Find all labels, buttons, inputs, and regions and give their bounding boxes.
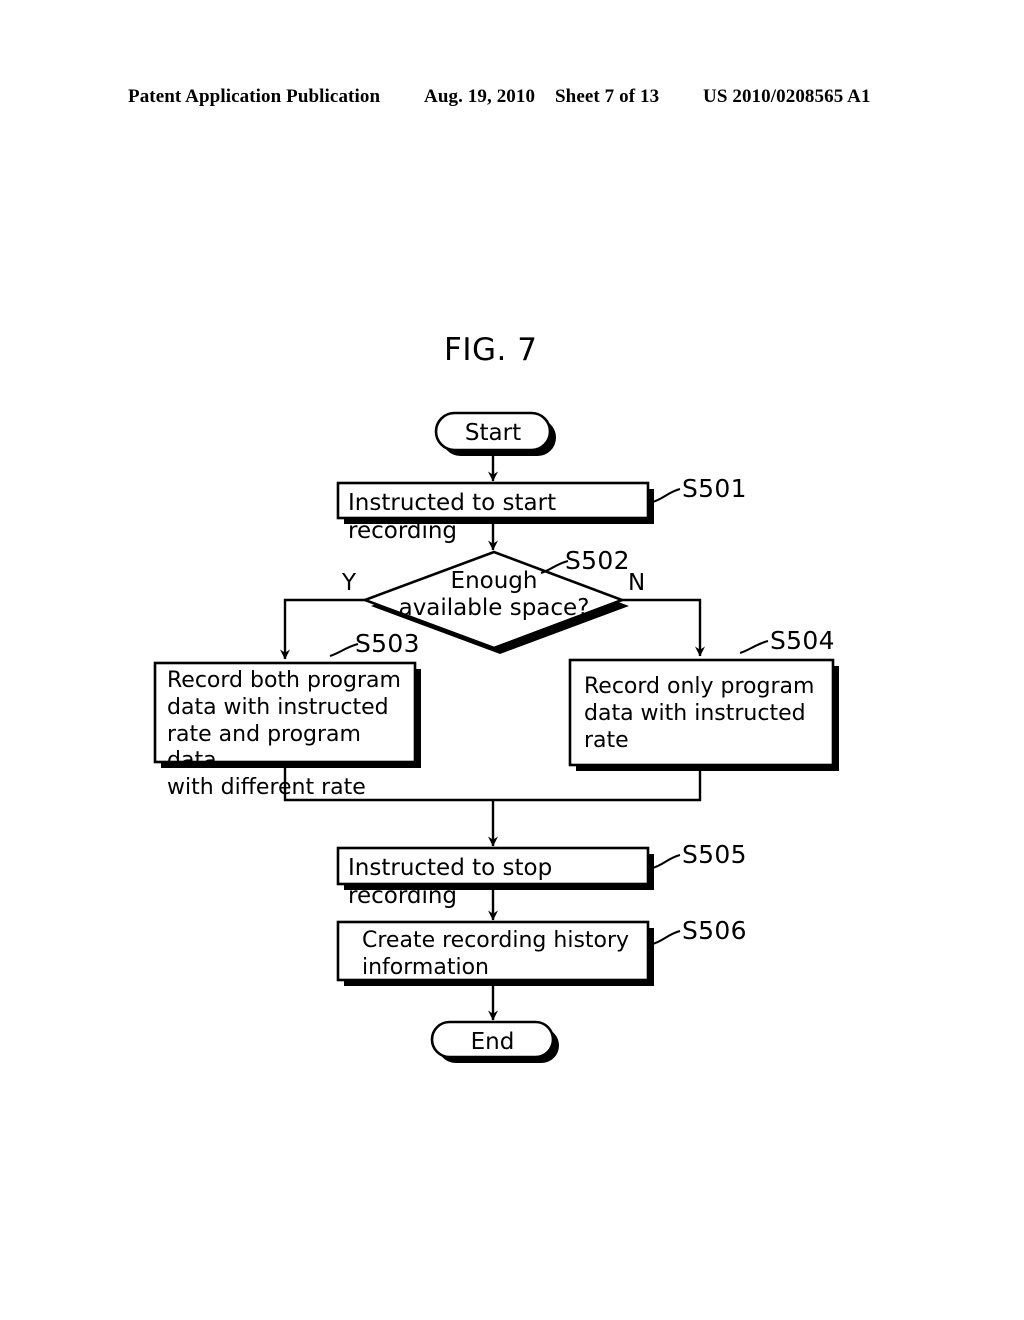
- node-start-label: Start: [464, 420, 522, 446]
- leader-s505: [651, 853, 681, 870]
- leader-s504: [739, 639, 769, 655]
- node-s505-label: Instructed to stop recording: [348, 855, 553, 910]
- flowchart-canvas: [153, 411, 839, 1063]
- branch-label-yes: Y: [342, 570, 357, 596]
- leader-s501: [651, 487, 681, 504]
- reference-label-s504: S504: [770, 626, 835, 655]
- node-s504-label: Record only program data with instructed…: [584, 674, 815, 753]
- node-s503-label: Record both program data with instructed…: [167, 668, 401, 801]
- node-s506-label: Create recording history information: [362, 928, 630, 980]
- leader-s503: [329, 642, 359, 658]
- reference-label-s501: S501: [682, 474, 747, 503]
- node-end-label: End: [470, 1029, 515, 1055]
- reference-label-s505: S505: [682, 840, 747, 869]
- connector-s502-yes-to-s503: [280, 598, 365, 660]
- leader-s506: [651, 929, 681, 946]
- reference-label-s506: S506: [682, 916, 747, 945]
- node-s502-label: Enough available space?: [398, 568, 590, 621]
- branch-label-no: N: [628, 570, 646, 596]
- reference-label-s503: S503: [355, 629, 420, 658]
- node-s501-label: Instructed to start recording: [348, 490, 557, 545]
- connector-s502-no-to-s504: [622, 598, 705, 657]
- reference-label-s502: S502: [565, 546, 630, 575]
